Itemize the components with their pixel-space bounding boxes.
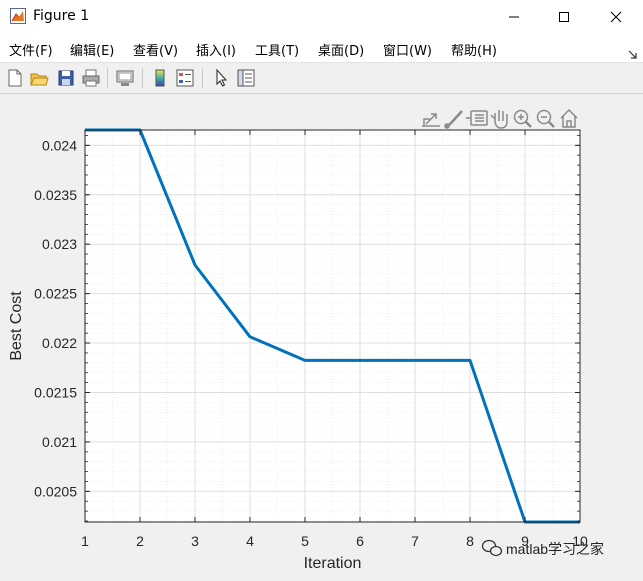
print-icon[interactable] [81,68,101,88]
maximize-icon [559,12,569,22]
x-tick-label: 6 [356,533,364,549]
minimize-button[interactable] [490,0,538,34]
y-axis-label: Best Cost [8,291,25,361]
close-icon [610,11,622,23]
matlab-figure-icon [10,8,26,24]
watermark-text: matlab学习之家 [506,541,604,557]
data-tips-icon[interactable] [466,110,488,126]
maximize-button[interactable] [540,0,588,34]
insert-colorbar-icon[interactable] [150,68,170,88]
menu-view[interactable]: 查看(V) [133,40,178,59]
menu-window[interactable]: 窗口(W) [383,40,432,59]
x-tick-label: 1 [81,533,89,549]
export-icon[interactable] [422,113,440,127]
figure-toolbar [0,63,643,94]
watermark: matlab学习之家 [481,539,604,557]
toolbar-separator [142,68,143,88]
menu-bar: 文件(F) 编辑(E) 查看(V) 插入(I) 工具(T) 桌面(D) 窗口(W… [0,34,643,63]
save-icon[interactable] [56,68,76,88]
window-title: Figure 1 [33,8,90,24]
link-plot-icon[interactable] [115,68,135,88]
wechat-icon [481,539,503,557]
y-tick-label: 0.0205 [34,483,77,499]
toolbar-separator [107,68,108,88]
x-tick-label: 4 [246,533,254,549]
menu-tools[interactable]: 工具(T) [255,40,299,59]
y-tick-label: 0.021 [42,434,77,450]
y-tick-label: 0.022 [42,335,77,351]
x-tick-label: 3 [191,533,199,549]
x-tick-label: 5 [301,533,309,549]
x-tick-label: 7 [411,533,419,549]
toolbar-separator [202,68,203,88]
y-tick-label: 0.0225 [34,286,77,302]
open-file-icon[interactable] [29,68,49,88]
menu-edit[interactable]: 编辑(E) [70,40,114,59]
y-tick-label: 0.023 [42,236,77,252]
x-tick-label: 8 [466,533,474,549]
close-button[interactable] [592,0,640,34]
pan-icon[interactable] [490,110,508,129]
y-tick-label: 0.024 [42,137,77,153]
menu-help[interactable]: 帮助(H) [451,40,497,59]
line-chart: 1 2 3 4 5 6 7 8 9 100.02050.0210.02150.0220.02250… [8,108,604,572]
x-tick-label: 2 [136,533,144,549]
title-bar: Figure 1 [0,0,643,34]
dock-arrow-icon[interactable] [628,44,637,63]
zoom-out-icon[interactable] [536,109,555,128]
menu-file[interactable]: 文件(F) [9,40,53,59]
zoom-in-icon[interactable] [513,109,532,128]
minimize-icon [509,16,519,18]
menu-insert[interactable]: 插入(I) [196,40,236,59]
x-axis-label: Iteration [304,555,362,572]
brush-icon[interactable] [444,110,463,129]
property-inspector-icon[interactable] [236,68,256,88]
home-icon[interactable] [560,108,578,128]
edit-plot-icon[interactable] [211,68,231,88]
y-tick-label: 0.0215 [34,384,77,400]
new-figure-icon[interactable] [5,68,25,88]
insert-legend-icon[interactable] [175,68,195,88]
y-tick-label: 0.0235 [34,187,77,203]
menu-desktop[interactable]: 桌面(D) [318,40,364,59]
axes-toolbar [422,108,578,129]
figure-canvas: 1 2 3 4 5 6 7 8 9 10 0.0205 0.021 0.0215 0.022 0.0225 0… [0,94,643,577]
